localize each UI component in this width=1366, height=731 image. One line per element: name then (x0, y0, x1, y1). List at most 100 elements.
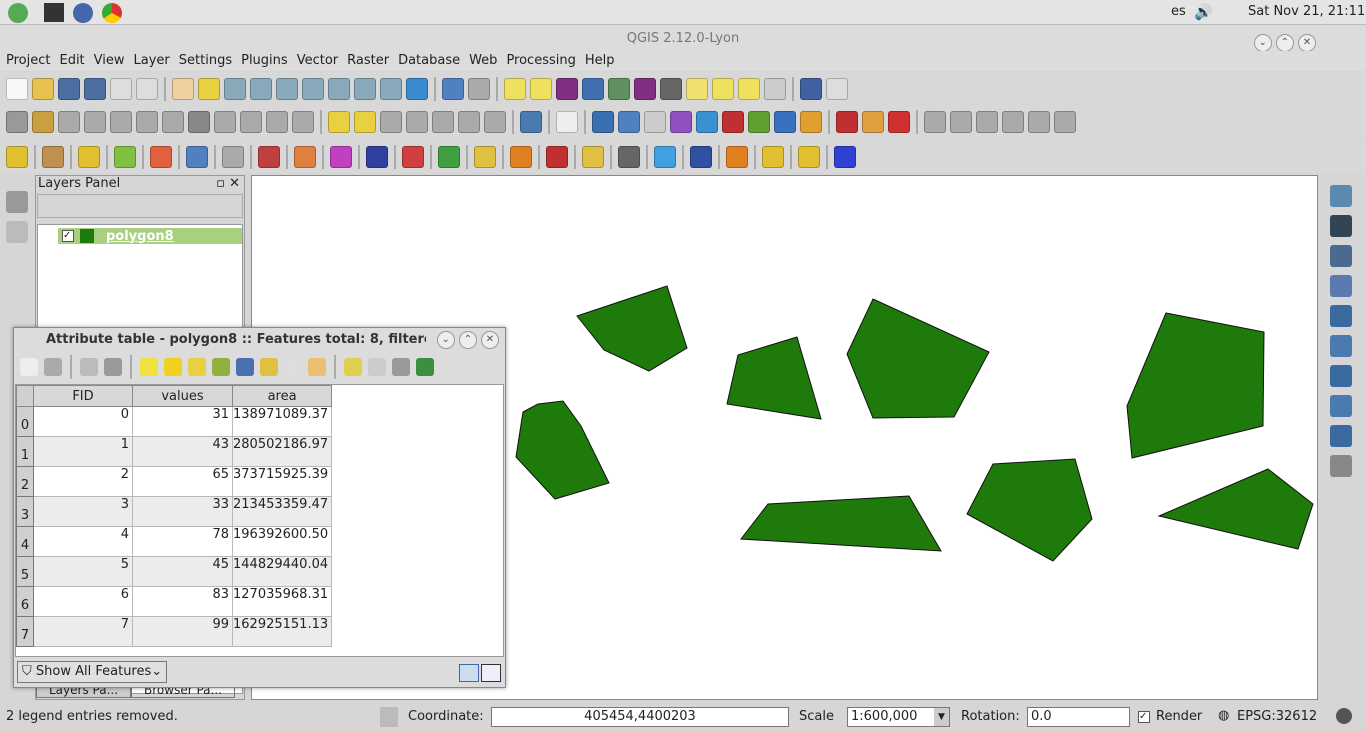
show-all-features-button[interactable]: ⛉ Show All Features⌄ (17, 661, 168, 683)
table-cell[interactable]: 3 (33, 496, 133, 527)
minimize-button[interactable]: ⌄ (1253, 34, 1272, 52)
tool-button-icon[interactable] (634, 77, 656, 100)
tool-button-icon[interactable] (1028, 110, 1050, 133)
row-header[interactable]: 5 (16, 556, 34, 587)
tool-button-icon[interactable] (690, 145, 712, 168)
polygon-feature[interactable] (726, 336, 822, 420)
table-cell[interactable]: 33 (132, 496, 233, 527)
corner-header[interactable] (16, 385, 34, 407)
polygon-feature[interactable] (576, 285, 688, 372)
tool-button-icon[interactable] (1330, 245, 1352, 267)
row-header[interactable]: 1 (16, 436, 34, 467)
close-button[interactable]: ✕ (1298, 34, 1316, 52)
table-cell[interactable]: 2 (33, 466, 133, 497)
table-row[interactable]: 7 7 99 162925151.13 (16, 616, 333, 647)
tool-button-icon[interactable] (222, 145, 244, 168)
tool-button-icon[interactable] (164, 358, 182, 376)
maximize-button[interactable]: ⌃ (1275, 34, 1294, 52)
chrome-icon[interactable] (102, 3, 122, 23)
table-cell[interactable]: 45 (132, 556, 233, 587)
tool-button-icon[interactable] (354, 77, 376, 100)
tool-button-icon[interactable] (1330, 275, 1352, 297)
polygon-feature[interactable] (515, 400, 610, 500)
volume-icon[interactable]: 🔊 (1194, 3, 1213, 21)
keyboard-language[interactable]: es (1171, 4, 1186, 19)
tool-button-icon[interactable] (686, 77, 708, 100)
tool-button-icon[interactable] (44, 358, 62, 376)
tools-icon[interactable] (6, 191, 28, 213)
app-menu-icon[interactable] (8, 3, 28, 23)
tool-button-icon[interactable] (250, 77, 272, 100)
table-cell[interactable]: 6 (33, 586, 133, 617)
table-row[interactable]: 0 0 31 138971089.37 (16, 406, 333, 437)
tool-button-icon[interactable] (402, 145, 424, 168)
menu-database[interactable]: Database (395, 51, 463, 71)
maximize-button[interactable]: ⌃ (458, 331, 477, 349)
tool-button-icon[interactable] (6, 77, 28, 100)
table-cell[interactable]: 4 (33, 526, 133, 557)
tool-button-icon[interactable] (224, 77, 246, 100)
menu-processing[interactable]: Processing (503, 51, 578, 71)
tool-button-icon[interactable] (458, 110, 480, 133)
tool-button-icon[interactable] (1330, 425, 1352, 447)
tool-button-icon[interactable] (80, 358, 98, 376)
crs-button[interactable]: EPSG:32612 (1237, 709, 1317, 724)
menu-settings[interactable]: Settings (176, 51, 235, 71)
tool-button-icon[interactable] (392, 358, 410, 376)
table-cell[interactable]: 144829440.04 (231, 556, 333, 587)
coordinate-field[interactable]: 405454,4400203 (491, 707, 789, 727)
tool-button-icon[interactable] (214, 110, 236, 133)
table-cell[interactable]: 7 (33, 616, 133, 647)
table-row[interactable]: 2 2 65 373715925.39 (16, 466, 333, 497)
tool-button-icon[interactable] (1330, 185, 1352, 207)
tool-button-icon[interactable] (504, 77, 526, 100)
tool-button-icon[interactable] (484, 110, 506, 133)
table-view-button[interactable] (481, 664, 501, 682)
render-checkbox[interactable]: ✓ (1138, 711, 1150, 723)
tool-button-icon[interactable] (696, 110, 718, 133)
tool-button-icon[interactable] (136, 77, 158, 100)
tool-button-icon[interactable] (260, 358, 278, 376)
table-cell[interactable]: 196392600.50 (231, 526, 333, 557)
tool-button-icon[interactable] (58, 110, 80, 133)
coordinate-toggle-icon[interactable] (380, 707, 398, 727)
tool-button-icon[interactable] (888, 110, 910, 133)
tool-button-icon[interactable] (520, 110, 542, 133)
tool-button-icon[interactable] (114, 145, 136, 168)
tool-button-icon[interactable] (468, 77, 490, 100)
tool-button-icon[interactable] (950, 110, 972, 133)
tool-button-icon[interactable] (344, 358, 362, 376)
tool-button-icon[interactable] (406, 110, 428, 133)
tool-button-icon[interactable] (84, 77, 106, 100)
tool-button-icon[interactable] (416, 358, 434, 376)
column-header-area[interactable]: area (231, 385, 333, 407)
table-cell[interactable]: 373715925.39 (231, 466, 333, 497)
tool-button-icon[interactable] (722, 110, 744, 133)
row-header[interactable]: 3 (16, 496, 34, 527)
browser-icon[interactable] (73, 3, 93, 23)
tool-button-icon[interactable] (42, 145, 64, 168)
tool-button-icon[interactable] (644, 110, 666, 133)
table-cell[interactable]: 280502186.97 (231, 436, 333, 467)
tool-button-icon[interactable] (368, 358, 386, 376)
minimize-button[interactable]: ⌄ (436, 331, 455, 349)
tool-button-icon[interactable] (556, 77, 578, 100)
tool-button-icon[interactable] (366, 145, 388, 168)
form-view-button[interactable] (459, 664, 479, 682)
tool-button-icon[interactable] (380, 110, 402, 133)
tool-button-icon[interactable] (798, 145, 820, 168)
tool-button-icon[interactable] (762, 145, 784, 168)
tool-button-icon[interactable] (1002, 110, 1024, 133)
clock[interactable]: Sat Nov 21, 21:11 (1248, 4, 1365, 19)
menu-vector[interactable]: Vector (294, 51, 341, 71)
tool-button-icon[interactable] (924, 110, 946, 133)
terminal-icon[interactable] (44, 3, 64, 22)
tool-button-icon[interactable] (104, 358, 122, 376)
rotation-spinbox[interactable]: 0.0 (1027, 707, 1130, 727)
tool-button-icon[interactable] (618, 145, 640, 168)
tool-button-icon[interactable] (294, 145, 316, 168)
tool-button-icon[interactable] (136, 110, 158, 133)
table-row[interactable]: 5 5 45 144829440.04 (16, 556, 333, 587)
polygon-feature[interactable] (1157, 468, 1314, 550)
tool-button-icon[interactable] (84, 110, 106, 133)
